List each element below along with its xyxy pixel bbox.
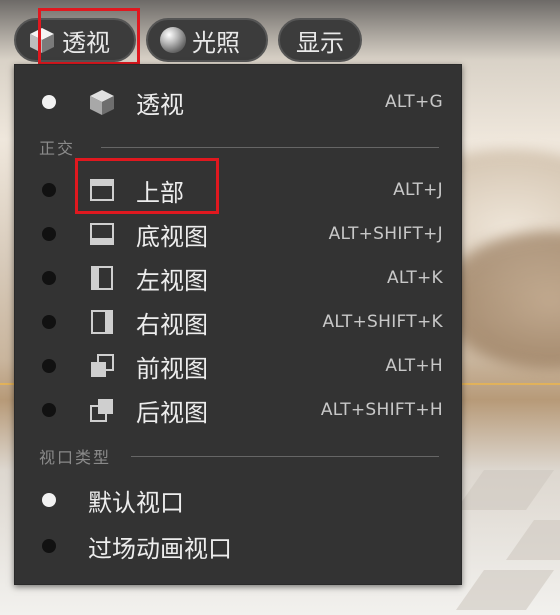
perspective-button[interactable]: 透视	[14, 18, 136, 62]
menu-item-perspective[interactable]: 透视 ALT+G	[15, 81, 461, 123]
menu-item-left[interactable]: 左视图 ALT+K	[15, 257, 461, 299]
menu-item-front[interactable]: 前视图 ALT+H	[15, 345, 461, 387]
menu-item-label: 透视	[136, 90, 184, 119]
unselected-bullet-icon	[42, 227, 56, 241]
view-back-icon	[88, 396, 116, 424]
cube-icon	[88, 88, 116, 116]
floor-tile	[505, 520, 560, 560]
lighting-sphere-icon	[160, 27, 186, 53]
lighting-button-label: 光照	[192, 28, 240, 57]
unselected-bullet-icon	[42, 539, 56, 553]
menu-item-default-viewport[interactable]: 默认视口	[15, 479, 461, 521]
unselected-bullet-icon	[42, 359, 56, 373]
view-mode-menu: 透视 ALT+G 正交 上部 ALT+J 底视图 ALT+SHIFT+J 左视图…	[14, 64, 462, 585]
menu-item-shortcut: ALT+J	[393, 180, 443, 200]
menu-item-shortcut: ALT+G	[384, 92, 443, 112]
menu-item-label: 左视图	[136, 266, 208, 295]
menu-item-shortcut: ALT+H	[385, 356, 443, 376]
section-header-label: 视口类型	[39, 448, 112, 467]
view-top-icon	[88, 176, 116, 204]
menu-item-label: 过场动画视口	[88, 534, 232, 563]
unselected-bullet-icon	[42, 183, 56, 197]
floor-tile	[455, 570, 555, 610]
section-header-ortho: 正交	[39, 137, 439, 158]
view-bottom-icon	[88, 220, 116, 248]
view-right-icon	[88, 308, 116, 336]
selected-bullet-icon	[42, 493, 56, 507]
menu-item-right[interactable]: 右视图 ALT+SHIFT+K	[15, 301, 461, 343]
menu-item-label: 底视图	[136, 222, 208, 251]
show-button[interactable]: 显示	[278, 18, 362, 62]
menu-item-shortcut: ALT+K	[386, 268, 443, 288]
cube-icon	[28, 26, 56, 54]
menu-item-top[interactable]: 上部 ALT+J	[15, 169, 461, 211]
viewport-toolbar: 透视 光照 显示	[14, 18, 362, 62]
menu-item-label: 右视图	[136, 310, 208, 339]
menu-item-shortcut: ALT+SHIFT+J	[328, 224, 443, 244]
menu-item-shortcut: ALT+SHIFT+K	[322, 312, 443, 332]
menu-item-cinematic-viewport[interactable]: 过场动画视口	[15, 525, 461, 567]
perspective-button-label: 透视	[62, 28, 110, 57]
selected-bullet-icon	[42, 95, 56, 109]
unselected-bullet-icon	[42, 403, 56, 417]
menu-item-bottom[interactable]: 底视图 ALT+SHIFT+J	[15, 213, 461, 255]
menu-item-label: 默认视口	[88, 488, 184, 517]
show-button-label: 显示	[296, 28, 344, 57]
unselected-bullet-icon	[42, 271, 56, 285]
unselected-bullet-icon	[42, 315, 56, 329]
menu-item-back[interactable]: 后视图 ALT+SHIFT+H	[15, 389, 461, 431]
floor-tile	[455, 470, 555, 510]
menu-item-shortcut: ALT+SHIFT+H	[320, 400, 443, 420]
menu-item-label: 上部	[136, 178, 184, 207]
menu-item-label: 后视图	[136, 398, 208, 427]
section-divider	[131, 455, 439, 457]
view-left-icon	[88, 264, 116, 292]
section-divider	[101, 146, 439, 148]
lighting-button[interactable]: 光照	[146, 18, 268, 62]
section-header-label: 正交	[39, 139, 76, 158]
view-front-icon	[88, 352, 116, 380]
menu-item-label: 前视图	[136, 354, 208, 383]
section-header-viewport-type: 视口类型	[39, 446, 439, 467]
